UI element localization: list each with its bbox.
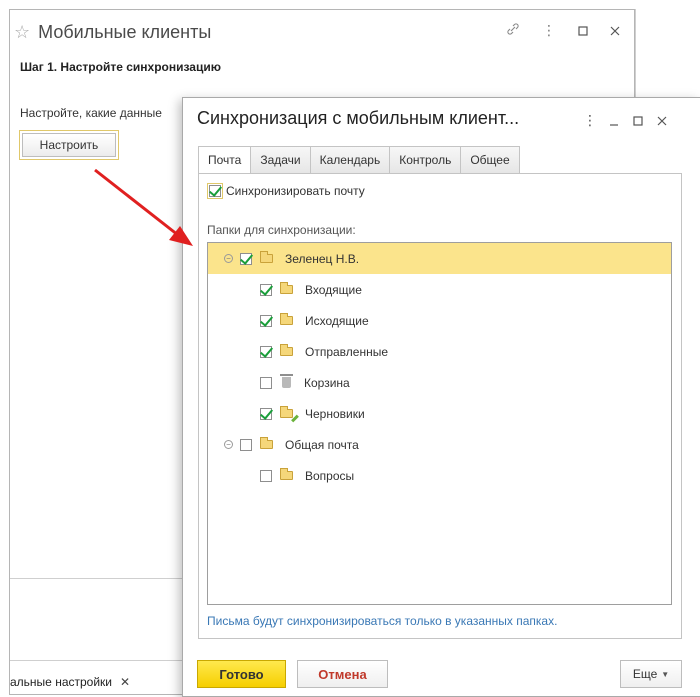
window-title-text: Мобильные клиенты — [38, 21, 212, 42]
dialog-title: Синхронизация с мобильным клиент... — [197, 108, 520, 128]
sync-mail-checkbox-focus — [207, 183, 223, 199]
tree-checkbox[interactable] — [260, 376, 272, 389]
setup-button-label: Настроить — [22, 133, 116, 157]
tree-checkbox[interactable] — [240, 438, 252, 451]
tree-checkbox[interactable] — [260, 469, 272, 482]
more-icon[interactable]: ⋮ — [578, 112, 602, 129]
folder-icon — [280, 313, 293, 325]
tab-tasks[interactable]: Задачи — [251, 146, 311, 174]
tab-mail[interactable]: Почта — [198, 146, 252, 174]
divider — [635, 9, 636, 98]
star-icon[interactable]: ☆ — [14, 22, 30, 43]
tree-label: Входящие — [305, 282, 362, 297]
draft-folder-icon — [280, 406, 293, 418]
tree-checkbox[interactable] — [260, 345, 272, 358]
tab-general[interactable]: Общее — [461, 146, 520, 174]
cancel-button[interactable]: Отмена — [297, 660, 388, 688]
sync-mail-label: Синхронизировать почту — [226, 184, 365, 198]
folders-label: Папки для синхронизации: — [207, 223, 356, 237]
tree-row-zelenets[interactable]: − Зеленец Н.В. — [208, 243, 671, 274]
tree-checkbox[interactable] — [260, 314, 272, 327]
tree-checkbox[interactable] — [260, 283, 272, 296]
divider — [10, 660, 182, 661]
tree-checkbox[interactable] — [260, 407, 272, 420]
link-icon[interactable] — [506, 22, 520, 39]
dialog-controls: ⋮ — [578, 112, 674, 129]
tree-label: Зеленец Н.В. — [285, 251, 360, 266]
bottom-tab-label: альные настройки — [10, 675, 112, 689]
more-icon[interactable]: ⋮ — [542, 22, 556, 39]
setup-text: Настройте, какие данные — [20, 106, 162, 120]
chevron-down-icon: ▼ — [661, 669, 670, 679]
folder-tree: − Зеленец Н.В. Входящие Исходящие Отправ… — [207, 242, 672, 605]
bottom-tab[interactable]: альные настройки ✕ — [10, 671, 182, 693]
divider — [10, 578, 182, 579]
tree-row-trash[interactable]: Корзина — [208, 367, 671, 398]
window-title: ☆ Мобильные клиенты — [14, 12, 211, 52]
ready-button[interactable]: Готово — [197, 660, 286, 688]
trash-icon — [280, 374, 293, 388]
collapse-icon[interactable]: − — [224, 440, 233, 449]
tree-row-questions[interactable]: Вопросы — [208, 460, 671, 491]
more-button-label: Еще — [632, 667, 658, 681]
tree-label: Общая почта — [285, 437, 359, 452]
close-icon[interactable] — [650, 113, 674, 129]
close-icon[interactable] — [610, 23, 620, 39]
minimize-icon[interactable] — [602, 113, 626, 129]
tree-row-outbox[interactable]: Исходящие — [208, 305, 671, 336]
sync-hint: Письма будут синхронизироваться только в… — [207, 614, 558, 628]
tree-label: Исходящие — [305, 313, 369, 328]
tree-checkbox[interactable] — [240, 252, 252, 265]
folder-icon — [280, 468, 293, 480]
step-title: Шаг 1. Настройте синхронизацию — [20, 60, 221, 74]
tree-label: Корзина — [304, 375, 350, 390]
maximize-icon[interactable] — [578, 23, 588, 39]
window-controls: ⋮ — [506, 22, 620, 39]
tree-label: Черновики — [305, 406, 365, 421]
tab-close-icon[interactable]: ✕ — [120, 675, 130, 689]
collapse-icon[interactable]: − — [224, 254, 233, 263]
sync-mail-option[interactable]: Синхронизировать почту — [207, 183, 365, 199]
folder-icon — [260, 437, 273, 449]
tree-label: Вопросы — [305, 468, 355, 483]
sync-mail-checkbox[interactable] — [209, 185, 221, 197]
folder-icon — [260, 251, 273, 263]
tab-calendar[interactable]: Календарь — [310, 146, 391, 174]
tree-row-inbox[interactable]: Входящие — [208, 274, 671, 305]
maximize-icon[interactable] — [626, 113, 650, 129]
tab-control[interactable]: Контроль — [390, 146, 462, 174]
setup-button[interactable]: Настроить — [19, 130, 119, 160]
folder-icon — [280, 344, 293, 356]
tree-row-drafts[interactable]: Черновики — [208, 398, 671, 429]
folder-icon — [280, 282, 293, 294]
tree-label: Отправленные — [305, 344, 389, 359]
more-button[interactable]: Еще ▼ — [620, 660, 682, 688]
tab-bar: Почта Задачи Календарь Контроль Общее — [198, 146, 520, 174]
tree-row-shared-mail[interactable]: − Общая почта — [208, 429, 671, 460]
tree-row-sent[interactable]: Отправленные — [208, 336, 671, 367]
